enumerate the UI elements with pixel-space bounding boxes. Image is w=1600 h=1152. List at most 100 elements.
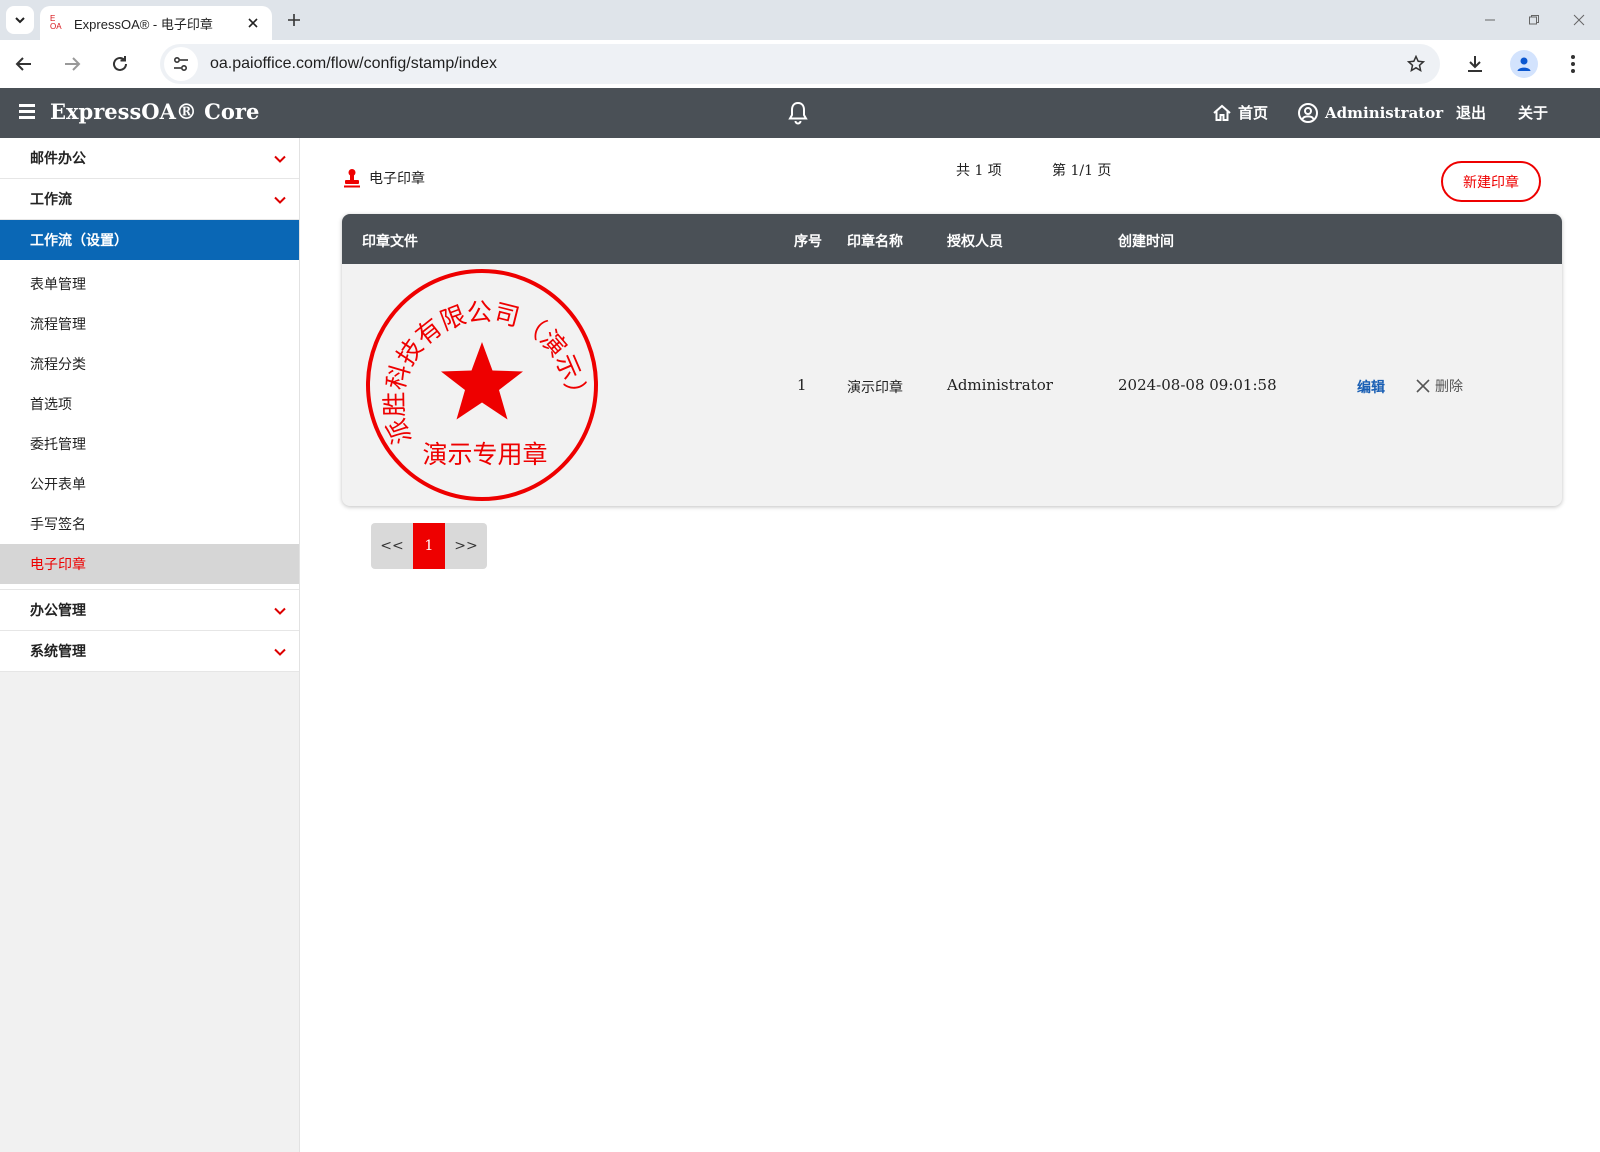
browser-tab-bar: E OA ExpressOA® - 电子印章: [0, 0, 1600, 40]
main-content: 电子印章 共 1 项 第 1/1 页 新建印章 印章文件 序号 印章名称 授权人…: [301, 138, 1600, 1152]
sidebar-item-public-form[interactable]: 公开表单: [0, 464, 299, 504]
edit-link[interactable]: 编辑: [1357, 377, 1385, 397]
close-icon: [1416, 379, 1430, 393]
sidebar-item-flow-category[interactable]: 流程分类: [0, 344, 299, 384]
tab-close-button[interactable]: [244, 14, 262, 32]
arrow-right-icon: [65, 57, 81, 71]
sidebar-item-electronic-stamp[interactable]: 电子印章: [0, 544, 299, 584]
delete-button[interactable]: 删除: [1415, 376, 1463, 396]
new-tab-button[interactable]: [282, 8, 306, 32]
sidebar-group-workflow-settings[interactable]: 工作流（设置）: [0, 220, 299, 260]
menu-icon[interactable]: [19, 104, 35, 122]
more-vert-icon: [1571, 55, 1575, 73]
page-title-text: 电子印章: [369, 171, 425, 187]
stamp-table: 印章文件 序号 印章名称 授权人员 创建时间 派胜科技有限公司（演示） 演示专用…: [342, 214, 1562, 506]
cell-name: 演示印章: [847, 380, 903, 396]
column-header-file: 印章文件: [362, 234, 418, 250]
tab-title: ExpressOA® - 电子印章: [74, 16, 213, 32]
sidebar-item-delegation[interactable]: 委托管理: [0, 424, 299, 464]
pagination-page-1[interactable]: 1: [413, 523, 445, 569]
home-label: 首页: [1238, 104, 1269, 122]
star-icon: [441, 342, 523, 420]
back-button[interactable]: [10, 50, 38, 78]
column-header-index: 序号: [794, 234, 822, 250]
chevron-down-icon: [274, 607, 286, 615]
sidebar-item-flow-management[interactable]: 流程管理: [0, 304, 299, 344]
column-header-name: 印章名称: [847, 234, 903, 250]
sidebar-item-handwritten-signature[interactable]: 手写签名: [0, 504, 299, 544]
sidebar-group-label: 工作流: [30, 192, 72, 208]
sidebar-group-label: 系统管理: [30, 644, 86, 660]
close-window-button[interactable]: [1569, 10, 1589, 30]
sidebar-group-label: 邮件办公: [30, 151, 86, 167]
pagination: << 1 >>: [371, 523, 487, 569]
reload-button[interactable]: [106, 50, 134, 78]
app-header: ExpressOA® Core 首页 Administrator 退出 关于: [0, 88, 1600, 138]
user-name: Administrator: [1325, 104, 1444, 122]
bookmark-button[interactable]: [1402, 50, 1430, 78]
about-link[interactable]: 关于: [1518, 102, 1548, 123]
address-bar[interactable]: oa.paioffice.com/flow/config/stamp/index: [160, 44, 1440, 84]
chevron-down-icon: [274, 648, 286, 656]
tune-icon: [173, 56, 188, 72]
reload-icon: [113, 56, 127, 71]
person-icon: [1517, 57, 1531, 71]
brand-logo[interactable]: ExpressOA® Core: [50, 99, 259, 124]
restore-button[interactable]: [1524, 10, 1544, 30]
browser-toolbar: oa.paioffice.com/flow/config/stamp/index: [0, 40, 1600, 88]
tab-search-button[interactable]: [6, 6, 34, 34]
url-text[interactable]: oa.paioffice.com/flow/config/stamp/index: [210, 55, 1402, 73]
forward-button[interactable]: [58, 50, 86, 78]
stamp-image: 派胜科技有限公司（演示） 演示专用章: [366, 269, 598, 501]
sidebar-item-preferences[interactable]: 首选项: [0, 384, 299, 424]
delete-label: 删除: [1435, 379, 1463, 395]
minimize-icon: [1485, 19, 1495, 21]
favicon-icon: E OA: [50, 14, 62, 31]
home-link[interactable]: 首页: [1212, 102, 1268, 123]
browser-tab-active[interactable]: E OA ExpressOA® - 电子印章: [40, 6, 272, 40]
downloads-button[interactable]: [1461, 50, 1489, 78]
page-info: 第 1/1 页: [1052, 163, 1112, 179]
bell-icon[interactable]: [785, 100, 811, 126]
page-title: 电子印章: [343, 168, 425, 188]
column-header-authorized: 授权人员: [947, 234, 1003, 250]
sidebar-item-form-management[interactable]: 表单管理: [0, 264, 299, 304]
browser-menu-button[interactable]: [1559, 50, 1587, 78]
download-icon: [1468, 56, 1482, 72]
sidebar: 邮件办公 工作流 工作流（设置） 表单管理 流程管理 流程分类 首选项 委托管理…: [0, 138, 300, 1152]
column-header-created: 创建时间: [1118, 234, 1174, 250]
minimize-button[interactable]: [1480, 10, 1500, 30]
plus-icon: [288, 14, 300, 26]
arrow-left-icon: [15, 57, 31, 71]
star-icon: [1407, 55, 1425, 73]
sidebar-group-label: 办公管理: [30, 603, 86, 619]
total-count: 共 1 项: [956, 163, 1002, 179]
chevron-down-icon: [274, 196, 286, 204]
chevron-down-icon: [274, 155, 286, 163]
logout-link[interactable]: 退出: [1456, 102, 1486, 123]
sidebar-group-system[interactable]: 系统管理: [0, 631, 299, 672]
cell-index: 1: [797, 376, 807, 394]
stamp-icon: [344, 169, 360, 188]
table-header: 印章文件 序号 印章名称 授权人员 创建时间: [342, 214, 1562, 264]
sidebar-menu: 邮件办公 工作流 工作流（设置） 表单管理 流程管理 流程分类 首选项 委托管理…: [0, 138, 299, 672]
new-stamp-button[interactable]: 新建印章: [1441, 161, 1541, 202]
pagination-prev[interactable]: <<: [371, 523, 413, 569]
user-menu[interactable]: Administrator: [1297, 102, 1443, 124]
chevron-down-icon: [15, 17, 25, 24]
sidebar-group-office[interactable]: 办公管理: [0, 590, 299, 631]
cell-authorized: Administrator: [947, 376, 1053, 394]
close-icon: [1573, 14, 1585, 26]
cell-created: 2024-08-08 09:01:58: [1118, 376, 1277, 394]
restore-icon: [1529, 15, 1539, 25]
home-icon: [1213, 104, 1231, 121]
profile-button[interactable]: [1510, 50, 1538, 78]
account-circle-icon: [1298, 103, 1318, 123]
stamp-bottom-text: 演示专用章: [422, 440, 547, 469]
site-info-button[interactable]: [164, 47, 198, 81]
sidebar-group-mail[interactable]: 邮件办公: [0, 138, 299, 179]
table-row: 派胜科技有限公司（演示） 演示专用章 1 演示印章 Administrator …: [342, 264, 1562, 506]
pagination-next[interactable]: >>: [445, 523, 487, 569]
close-icon: [248, 18, 258, 28]
sidebar-group-workflow[interactable]: 工作流: [0, 179, 299, 220]
